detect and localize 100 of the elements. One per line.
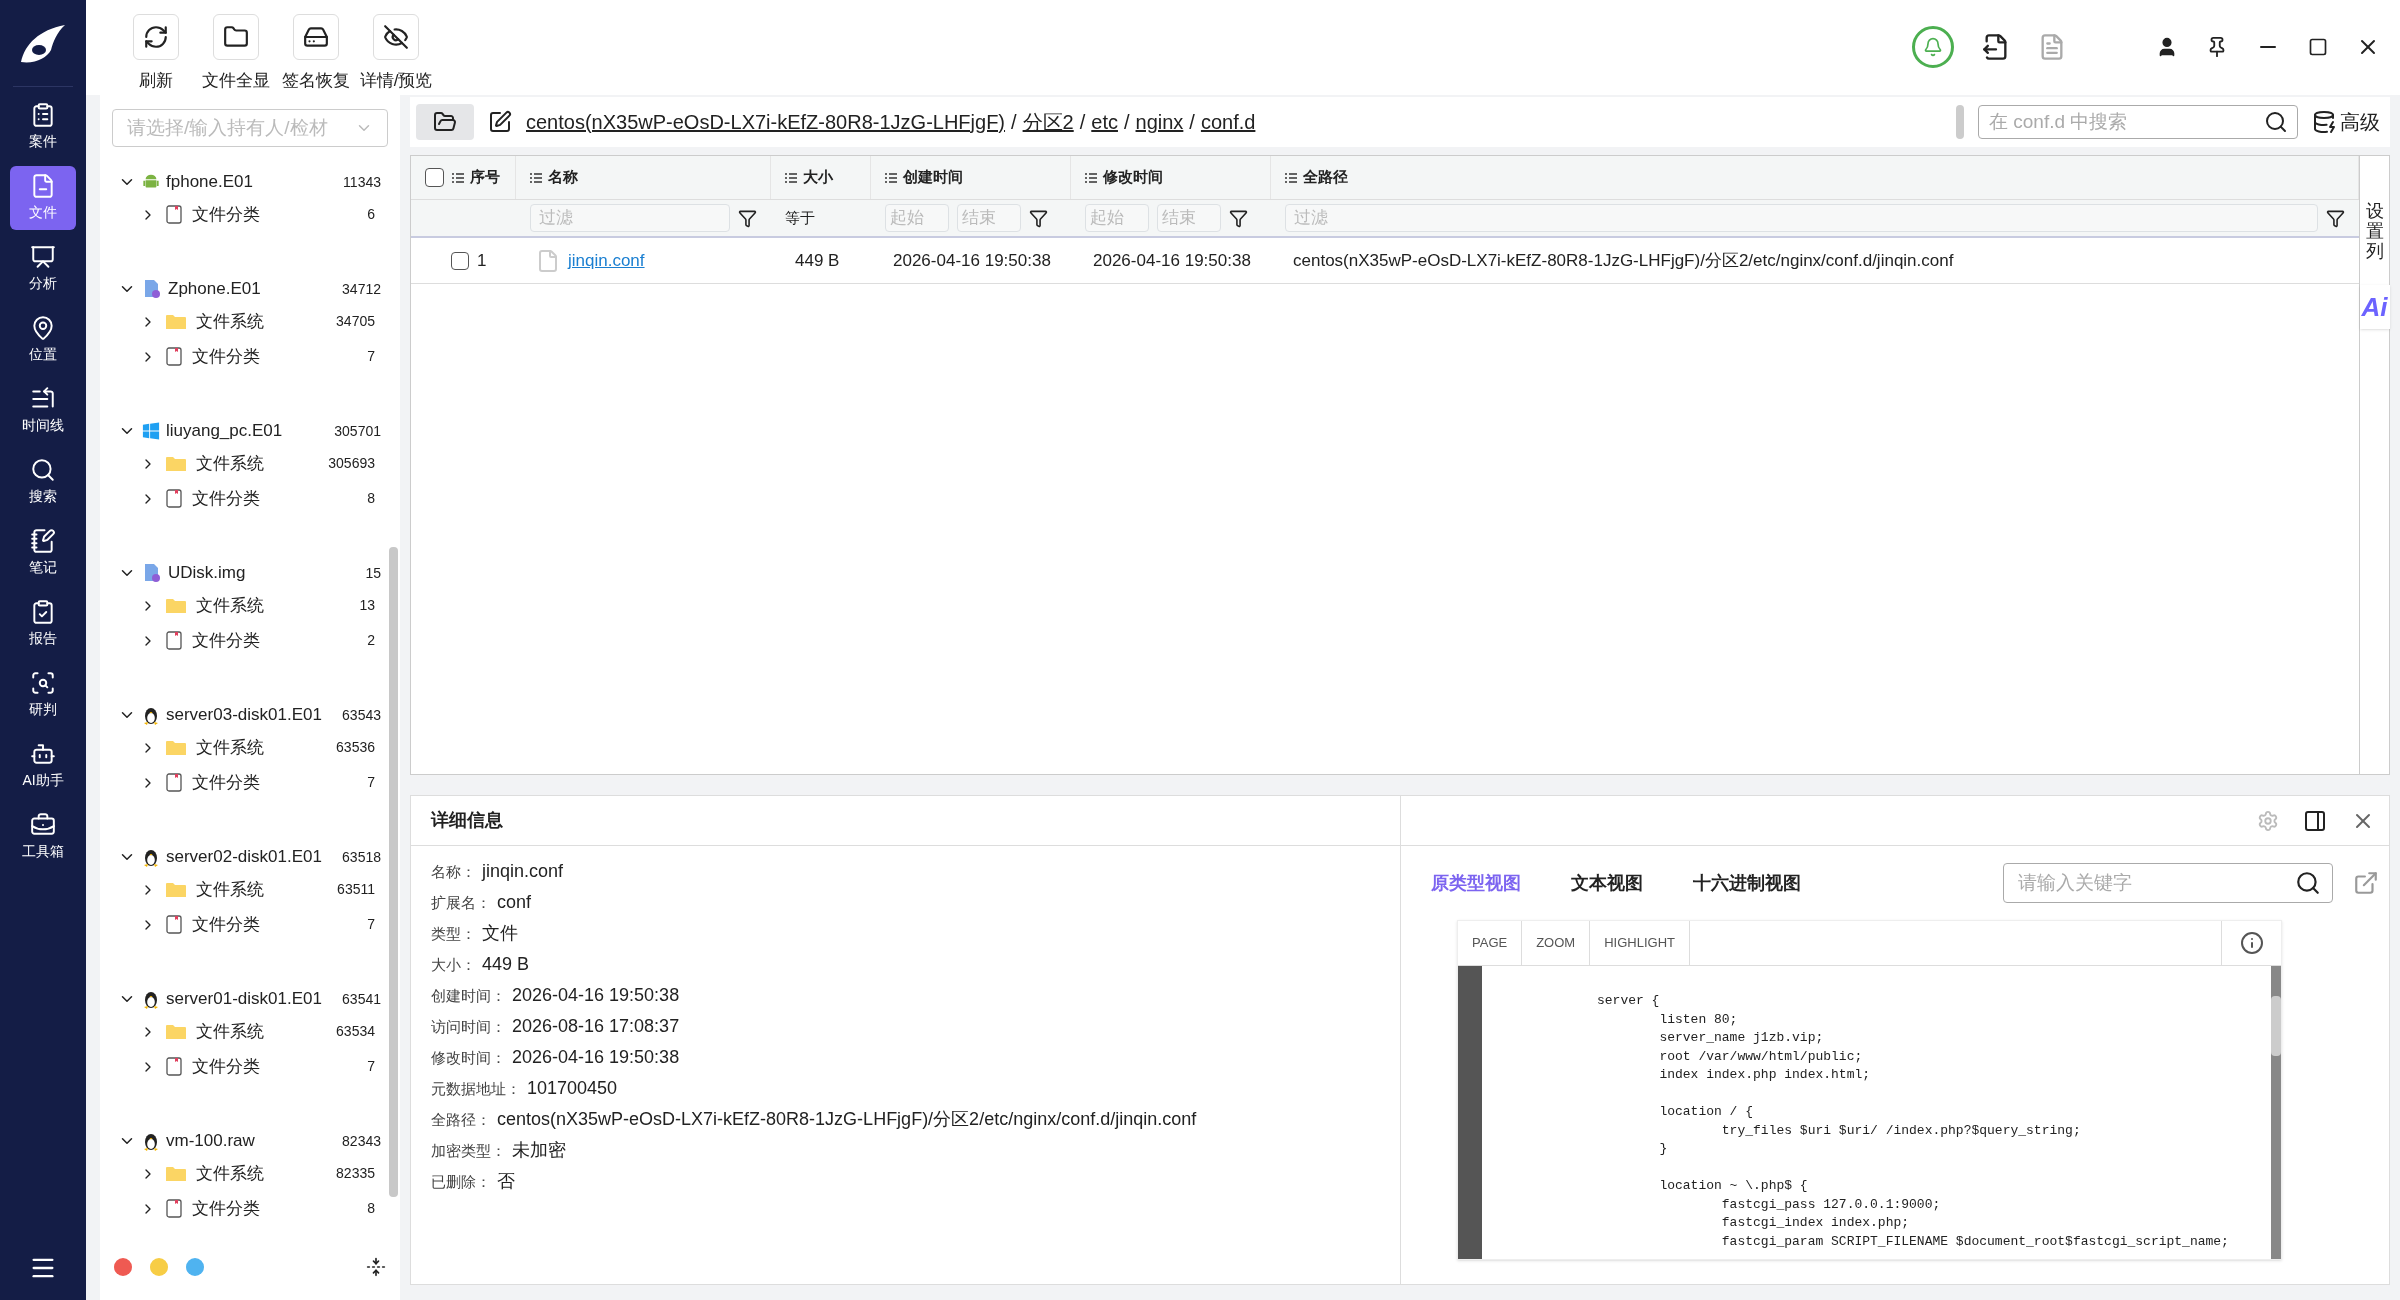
view-tab[interactable]: 十六进制视图 — [1693, 869, 1801, 897]
column-header[interactable]: 序号 — [470, 166, 500, 189]
advanced-search-button[interactable]: 高级 — [2312, 107, 2380, 137]
item-count: 7 — [367, 1057, 375, 1076]
maximize-icon[interactable] — [2308, 37, 2328, 57]
end-field[interactable]: 结束 — [957, 204, 1021, 232]
breadcrumb-link[interactable]: conf.d — [1200, 107, 1256, 137]
collapse-icon[interactable] — [366, 1257, 386, 1277]
start-field[interactable]: 起始 — [885, 204, 949, 232]
viewer-tool-button[interactable]: HIGHLIGHT — [1590, 921, 1690, 965]
tree-item[interactable]: vm-100.raw 82343 — [100, 1126, 389, 1156]
ai-button[interactable]: Ai — [2359, 285, 2390, 330]
tree-item[interactable]: server03-disk01.E01 63543 — [100, 700, 389, 730]
item-count: 63518 — [342, 847, 381, 867]
tree-item[interactable]: 文件系统 63511 — [100, 872, 389, 907]
view-tab[interactable]: 原类型视图 — [1431, 869, 1521, 897]
toolbar-button[interactable]: 详情/预览 — [356, 14, 436, 94]
nav-item[interactable]: AI助手 — [10, 734, 76, 798]
tree-item[interactable]: 文件系统 305693 — [100, 446, 389, 481]
tree-item[interactable]: server01-disk01.E01 63541 — [100, 984, 389, 1014]
toolbar-button[interactable]: 签名恢复 — [276, 14, 356, 94]
column-header[interactable]: 修改时间 — [1103, 166, 1163, 189]
tree-item[interactable]: UDisk.img 15 — [100, 558, 389, 588]
field-label: 扩展名： — [431, 893, 491, 913]
field-label: 访问时间： — [431, 1017, 506, 1037]
nav-item[interactable]: 工具箱 — [10, 805, 76, 869]
search-field[interactable]: 在 conf.d 中搜索 — [1978, 105, 2298, 139]
tree-item[interactable]: 文件系统 63534 — [100, 1014, 389, 1049]
start-field[interactable]: 起始 — [1085, 204, 1149, 232]
scrollbar[interactable] — [389, 547, 398, 1197]
filter-icon[interactable] — [1229, 208, 1248, 228]
column-header[interactable]: 大小 — [803, 166, 833, 189]
list-icon — [885, 172, 897, 183]
field-label: 名称： — [431, 862, 476, 882]
tree-item[interactable]: 文件分类 7 — [100, 339, 389, 374]
nav-item[interactable]: 研判 — [10, 663, 76, 727]
filter-icon[interactable] — [2326, 208, 2345, 228]
filter-icon[interactable] — [738, 208, 757, 228]
viewer-tool-button[interactable]: PAGE — [1458, 921, 1523, 965]
nav-item[interactable]: 搜索 — [10, 450, 76, 514]
tree-item[interactable]: 文件系统 13 — [100, 588, 389, 623]
item-count: 305701 — [334, 421, 381, 441]
nav-item[interactable]: 时间线 — [10, 379, 76, 443]
panel-icon[interactable] — [2303, 808, 2327, 833]
nav-item[interactable]: 文件 — [10, 166, 76, 230]
table-row[interactable]: 1 jinqin.conf 449 B 2026-04-16 19:50:38 2026-04-16 19:50:38 centos(nX35wP-eOsD-LX7i-kEfZ-80R8-1JzG-LHFjgF)/分区2/etc/nginx/conf.d/jinqin.conf — [411, 238, 2359, 284]
folder-icon — [433, 110, 457, 134]
info-icon[interactable] — [2239, 931, 2264, 955]
export-file-icon[interactable] — [1982, 33, 2010, 61]
toolbar-button[interactable]: 文件全显 — [196, 14, 276, 94]
tree-item[interactable]: 文件分类 8 — [100, 1191, 389, 1226]
folder-button[interactable] — [416, 104, 474, 140]
tree-item[interactable]: 文件分类 8 — [100, 481, 389, 516]
breadcrumb-link[interactable]: etc — [1091, 107, 1118, 137]
nav-item[interactable]: 位置 — [10, 308, 76, 372]
scrollbar[interactable] — [2271, 996, 2281, 1056]
breadcrumb-link[interactable]: nginx — [1135, 107, 1184, 137]
toolbar-button[interactable]: 刷新 — [116, 14, 196, 94]
clipboard-icon — [30, 599, 56, 625]
column-header[interactable]: 名称 — [548, 166, 578, 189]
breadcrumb-link[interactable]: centos(nX35wP-eOsD-LX7i-kEfZ-80R8-1JzG-LHFjgF) — [526, 107, 1006, 137]
filter-field[interactable]: 过滤 — [530, 204, 730, 232]
column-header[interactable]: 全路径 — [1303, 166, 1348, 189]
filter-icon[interactable] — [1029, 208, 1048, 228]
tree-item[interactable]: 文件分类 7 — [100, 765, 389, 800]
tree-item[interactable]: 文件分类 2 — [100, 623, 389, 658]
tree-item[interactable]: 文件系统 34705 — [100, 304, 389, 339]
item-count: 8 — [367, 489, 375, 508]
tree-item[interactable]: fphone.E01 11343 — [100, 167, 389, 197]
tree-item[interactable]: 文件系统 63536 — [100, 730, 389, 765]
nav-item[interactable]: 报告 — [10, 592, 76, 656]
row-checkbox[interactable] — [451, 251, 469, 270]
file-link[interactable]: jinqin.conf — [568, 247, 645, 274]
tree-item[interactable]: 文件分类 7 — [100, 1049, 389, 1084]
column-settings-tab[interactable]: 设置列 — [2365, 202, 2384, 262]
tree-item[interactable]: 文件分类 7 — [100, 907, 389, 942]
breadcrumb-link[interactable]: 分区2 — [1022, 107, 1074, 137]
view-tab[interactable]: 文本视图 — [1571, 869, 1643, 897]
nav-item[interactable]: 笔记 — [10, 521, 76, 585]
end-field[interactable]: 结束 — [1157, 204, 1221, 232]
column-header[interactable]: 创建时间 — [903, 166, 963, 189]
table-cell: 2026-04-16 19:50:38 — [893, 250, 1051, 270]
select-all-checkbox[interactable] — [425, 168, 444, 187]
keyword-field[interactable]: 请输入关键字 — [2003, 863, 2333, 903]
search-icon[interactable] — [2264, 110, 2288, 134]
tree-item[interactable]: Zphone.E01 34712 — [100, 274, 389, 304]
edit-icon[interactable] — [488, 110, 512, 134]
bell-button[interactable] — [1912, 26, 1954, 68]
tree-item[interactable]: liuyang_pc.E01 305701 — [100, 416, 389, 446]
nav-item[interactable]: 分析 — [10, 237, 76, 301]
viewer-tool-button[interactable]: ZOOM — [1522, 921, 1591, 965]
item-count: 34712 — [342, 279, 381, 299]
search-icon[interactable] — [2295, 870, 2321, 896]
tree-item[interactable]: 文件分类 6 — [100, 197, 389, 232]
tree-item[interactable]: 文件系统 82335 — [100, 1156, 389, 1191]
filter-field[interactable]: 过滤 — [1285, 204, 2318, 232]
splitter-handle[interactable] — [1956, 105, 1964, 139]
nav-item[interactable]: 案件 — [10, 95, 76, 159]
external-link-icon[interactable] — [2353, 870, 2379, 896]
tree-item[interactable]: server02-disk01.E01 63518 — [100, 842, 389, 872]
